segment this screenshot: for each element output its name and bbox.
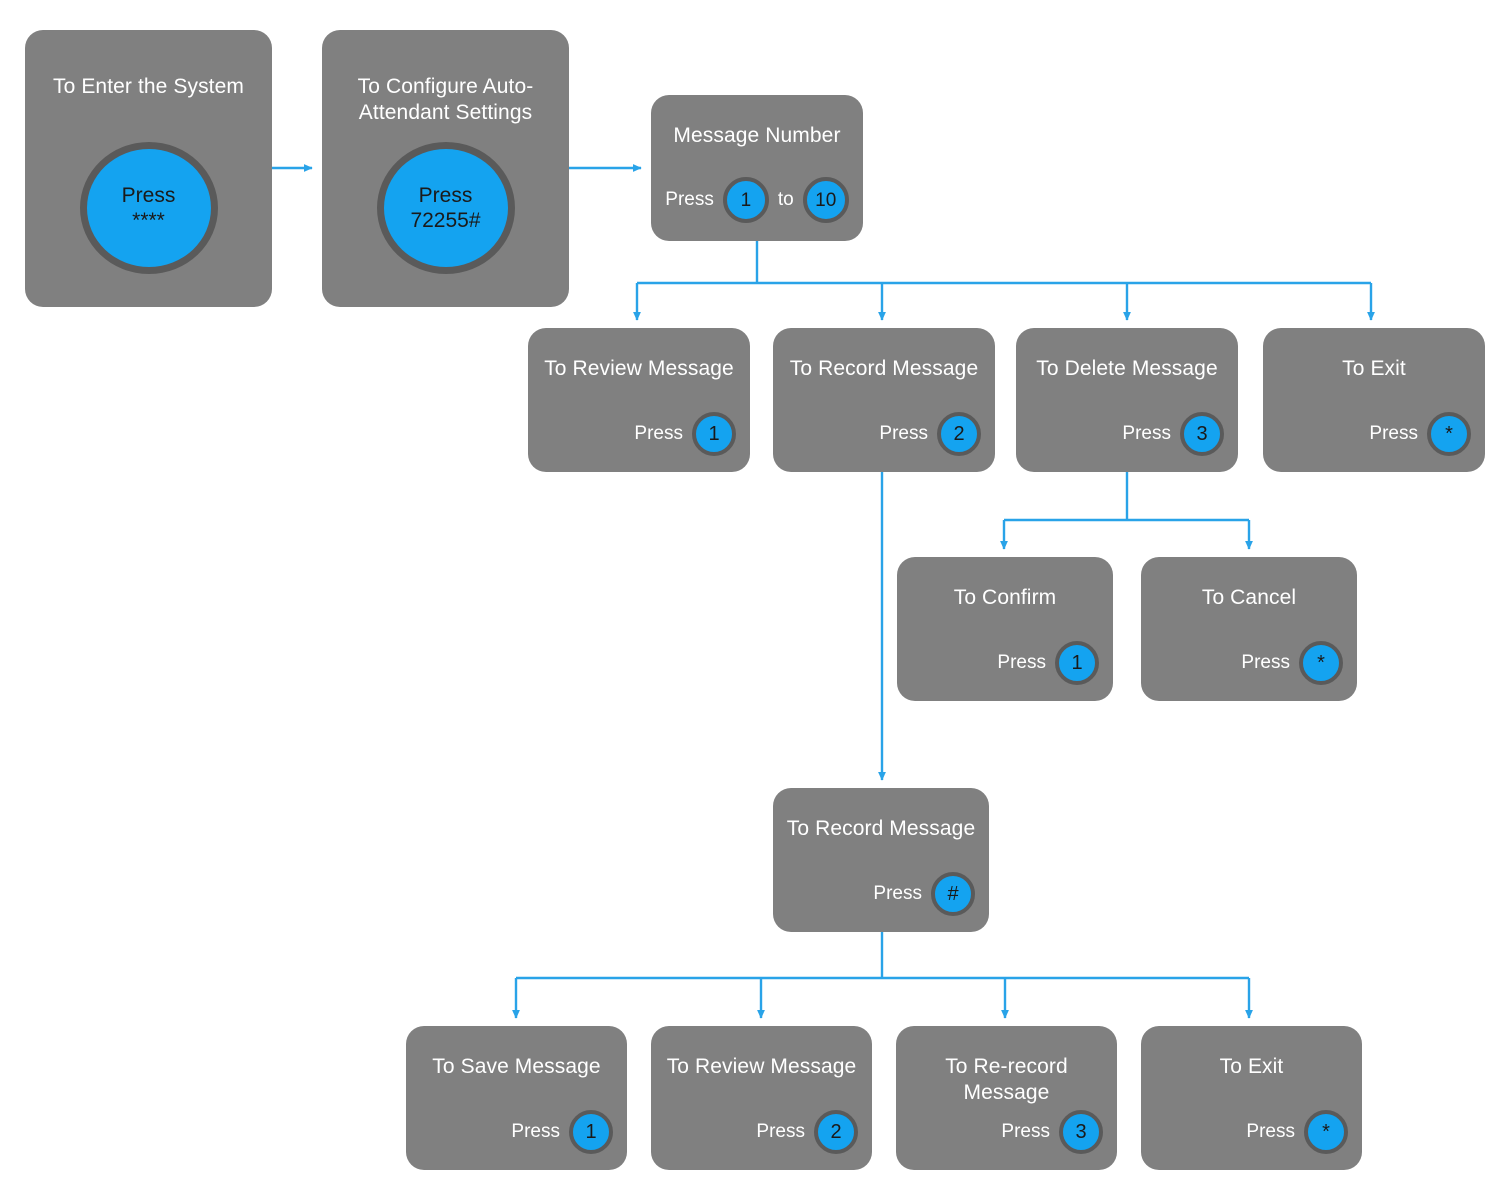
press-row: Press * <box>1246 1110 1348 1154</box>
node-title: To Review Message <box>666 1055 857 1078</box>
key-button[interactable]: * <box>1304 1110 1348 1154</box>
key-button[interactable]: 2 <box>814 1110 858 1154</box>
press-label: Press <box>418 184 473 207</box>
key-from[interactable]: 1 <box>722 177 769 223</box>
node-to-review-message-2[interactable]: To Review Message Press 2 <box>651 1026 872 1170</box>
press-label: Press <box>1122 423 1171 444</box>
range-to-label: to <box>777 189 794 210</box>
node-title-line1: To Configure Auto- <box>357 75 534 98</box>
key-button[interactable]: 3 <box>1059 1110 1103 1154</box>
press-row: Press 1 <box>511 1110 613 1154</box>
node-title: Message Number <box>673 124 841 147</box>
node-title-line2: Attendant Settings <box>358 101 533 124</box>
node-to-confirm[interactable]: To Confirm Press 1 <box>897 557 1113 701</box>
key-value: **** <box>132 209 165 232</box>
node-to-record-message[interactable]: To Record Message Press 2 <box>773 328 995 472</box>
key-button[interactable]: 1 <box>1055 641 1099 685</box>
press-row: Press 2 <box>756 1110 858 1154</box>
node-title: To Confirm <box>953 586 1057 609</box>
node-to-delete-message[interactable]: To Delete Message Press 3 <box>1016 328 1238 472</box>
node-title: To Record Message <box>789 357 979 380</box>
press-row: Press * <box>1241 641 1343 685</box>
node-to-review-message[interactable]: To Review Message Press 1 <box>528 328 750 472</box>
press-label: Press <box>873 883 922 904</box>
node-title: To Exit <box>1219 1055 1284 1078</box>
node-title: To Review Message <box>544 357 734 380</box>
node-message-number[interactable]: Message Number Press 1 to 10 <box>651 95 863 241</box>
node-title: To Configure Auto- Attendant Settings <box>332 74 559 126</box>
node-title: To Enter the System <box>53 75 244 98</box>
press-label: Press <box>634 423 683 444</box>
press-row: Press 1 <box>997 641 1099 685</box>
press-label: Press <box>511 1121 560 1142</box>
key-to[interactable]: 10 <box>802 177 849 223</box>
press-label: Press <box>665 189 714 210</box>
node-to-exit-top[interactable]: To Exit Press * <box>1263 328 1485 472</box>
press-label: Press <box>756 1121 805 1142</box>
key-value: 72255# <box>410 209 481 232</box>
flowchart-canvas: To Enter the System Press **** To Config… <box>0 0 1500 1196</box>
press-row: Press * <box>1369 412 1471 456</box>
key-button[interactable]: 3 <box>1180 412 1224 456</box>
node-title: To Cancel <box>1201 586 1297 609</box>
keypad-circle-configure-settings[interactable]: Press 72255# <box>376 142 515 274</box>
press-label: Press <box>121 184 176 207</box>
node-title: To Delete Message <box>1036 357 1218 380</box>
press-label: Press <box>1241 652 1290 673</box>
key-button[interactable]: * <box>1427 412 1471 456</box>
node-title-line2: Message <box>963 1081 1050 1104</box>
node-configure-auto-attendant-settings[interactable]: To Configure Auto- Attendant Settings Pr… <box>322 30 569 307</box>
key-button[interactable]: 2 <box>937 412 981 456</box>
node-to-record-message-hash[interactable]: To Record Message Press # <box>773 788 989 932</box>
press-label: Press <box>1369 423 1418 444</box>
press-label: Press <box>1246 1121 1295 1142</box>
node-title: To Save Message <box>432 1055 601 1078</box>
node-to-cancel[interactable]: To Cancel Press * <box>1141 557 1357 701</box>
node-title: To Exit <box>1342 357 1406 380</box>
press-row: Press 1 <box>634 412 736 456</box>
press-row: Press 3 <box>1122 412 1224 456</box>
key-button[interactable]: # <box>931 872 975 916</box>
message-number-range-row: Press 1 to 10 <box>651 177 863 223</box>
key-button[interactable]: 1 <box>569 1110 613 1154</box>
node-to-exit-bottom[interactable]: To Exit Press * <box>1141 1026 1362 1170</box>
key-button[interactable]: 1 <box>692 412 736 456</box>
node-title: To Record Message <box>786 817 976 840</box>
press-label: Press <box>997 652 1046 673</box>
press-label: Press <box>1001 1121 1050 1142</box>
press-label: Press <box>879 423 928 444</box>
press-row: Press 3 <box>1001 1110 1103 1154</box>
node-to-re-record-message[interactable]: To Re-record Message Press 3 <box>896 1026 1117 1170</box>
node-enter-the-system[interactable]: To Enter the System Press **** <box>25 30 272 307</box>
node-title: To Re-record Message <box>906 1054 1107 1106</box>
node-title-line1: To Re-record <box>945 1055 1068 1078</box>
press-row: Press 2 <box>879 412 981 456</box>
key-button[interactable]: * <box>1299 641 1343 685</box>
press-row: Press # <box>873 872 975 916</box>
keypad-circle-enter-system[interactable]: Press **** <box>79 142 218 274</box>
node-to-save-message[interactable]: To Save Message Press 1 <box>406 1026 627 1170</box>
